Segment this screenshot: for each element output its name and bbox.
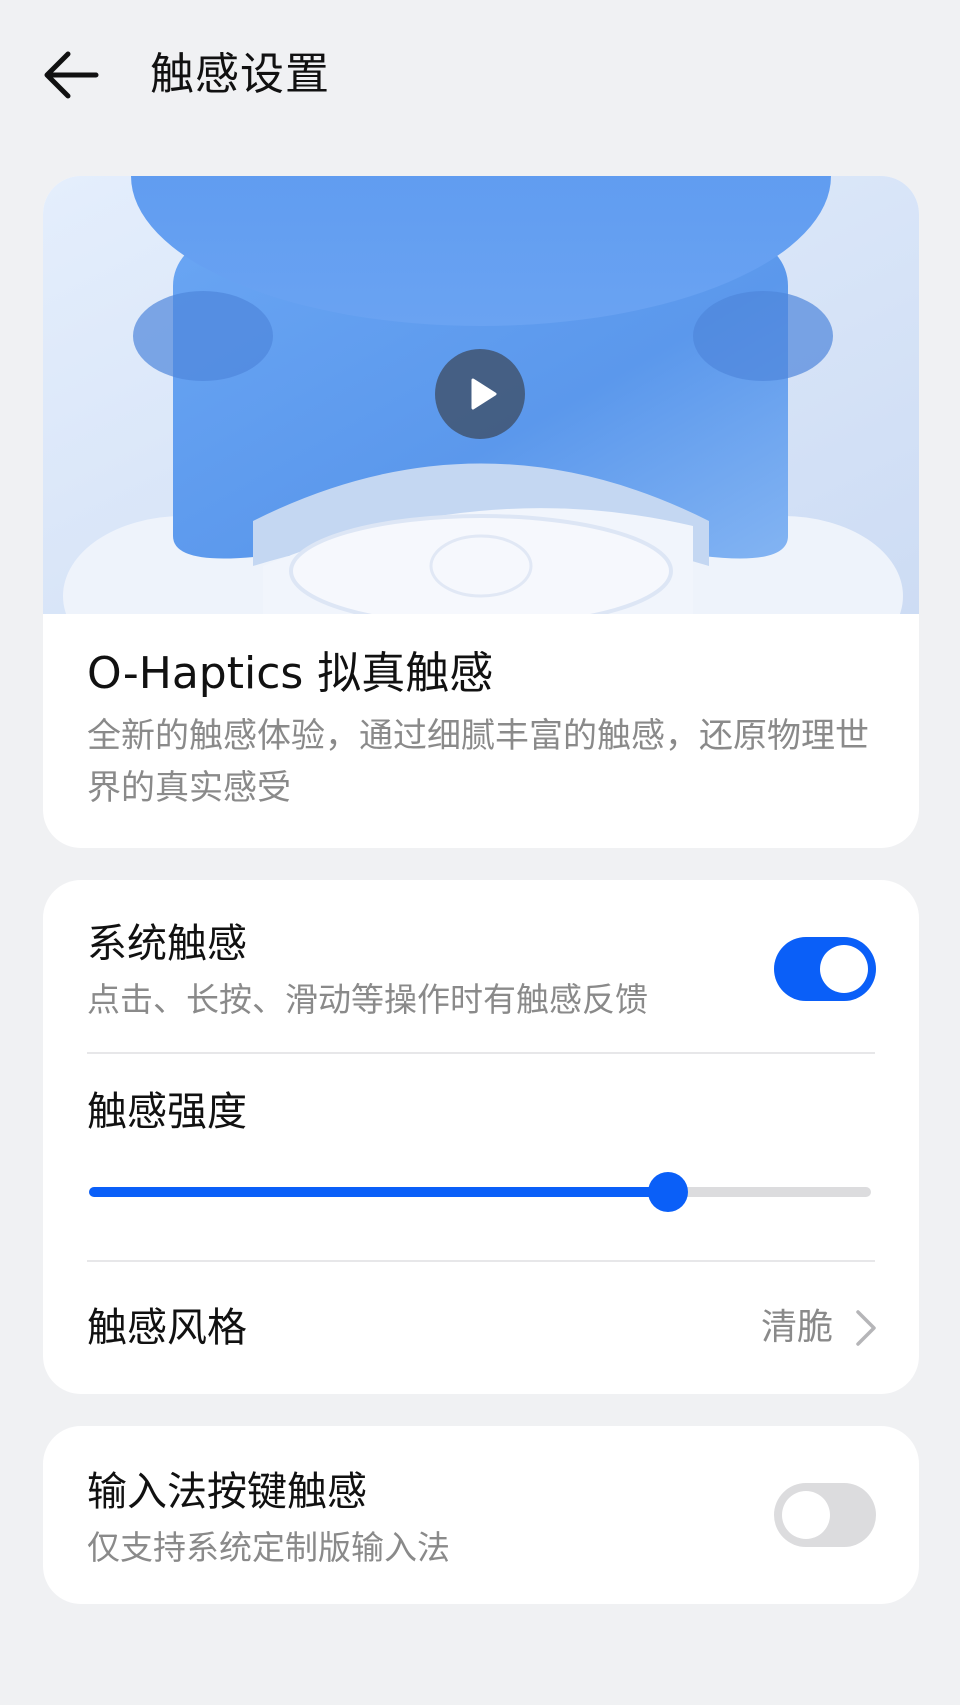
haptics-settings-card: 系统触感 点击、长按、滑动等操作时有触感反馈 触感强度 触感风格 清脆: [43, 880, 919, 1394]
page-title: 触感设置: [150, 49, 330, 100]
hero-title: O-Haptics 拟真触感: [87, 648, 494, 699]
system-haptics-subtitle: 点击、长按、滑动等操作时有触感反馈: [87, 980, 648, 1019]
haptic-style-value: 清脆: [760, 1307, 833, 1348]
intensity-slider[interactable]: [89, 1172, 871, 1212]
input-method-haptics-subtitle: 仅支持系统定制版输入法: [87, 1528, 450, 1567]
system-haptics-label: 系统触感: [87, 921, 247, 967]
intensity-label: 触感强度: [87, 1089, 247, 1135]
hero-description: 全新的触感体验，通过细腻丰富的触感，还原物理世界的真实感受: [87, 716, 869, 808]
divider: [87, 1052, 875, 1054]
chevron-right-icon: [856, 1310, 876, 1346]
toggle-knob: [820, 945, 868, 993]
toggle-knob: [782, 1491, 830, 1539]
input-method-haptics-label: 输入法按键触感: [87, 1469, 367, 1515]
play-icon: [471, 378, 497, 410]
haptic-style-row[interactable]: 触感风格 清脆: [43, 1262, 919, 1394]
input-method-haptics-toggle[interactable]: [774, 1483, 876, 1547]
slider-thumb[interactable]: [647, 1172, 688, 1212]
hero-video-thumbnail[interactable]: [43, 176, 919, 614]
play-button[interactable]: [435, 349, 525, 439]
back-arrow-icon: [44, 51, 99, 99]
haptic-style-label: 触感风格: [87, 1305, 247, 1351]
hero-card: O-Haptics 拟真触感 全新的触感体验，通过细腻丰富的触感，还原物理世界的…: [43, 176, 919, 848]
back-button[interactable]: [40, 44, 110, 106]
header: 触感设置: [0, 0, 960, 150]
slider-fill: [89, 1187, 668, 1197]
input-method-card: 输入法按键触感 仅支持系统定制版输入法: [43, 1426, 919, 1604]
system-haptics-toggle[interactable]: [774, 937, 876, 1001]
